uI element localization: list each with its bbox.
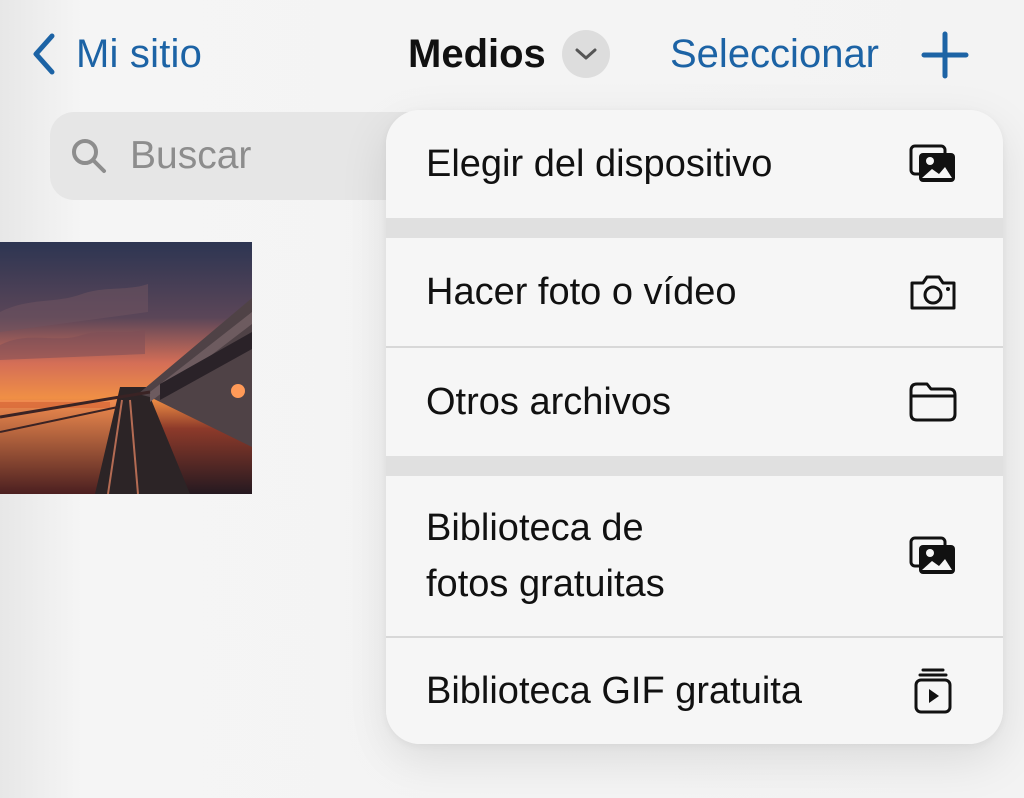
photos-stack-icon [909, 144, 955, 182]
sunset-train-image [0, 242, 252, 494]
menu-item-label-line: fotos gratuitas [426, 563, 665, 605]
menu-item-label: Otros archivos [426, 381, 671, 423]
menu-item-other-files[interactable]: Otros archivos [386, 348, 1003, 456]
menu-item-take-photo-video[interactable]: Hacer foto o vídeo [386, 238, 1003, 346]
menu-item-label: Biblioteca de fotos gratuitas [426, 500, 665, 612]
menu-group-separator [386, 456, 1003, 476]
media-thumbnail[interactable] [0, 242, 252, 494]
gif-library-icon [914, 668, 952, 714]
search-icon [72, 139, 106, 173]
menu-item-free-gif-library[interactable]: Biblioteca GIF gratuita [386, 638, 1003, 744]
plus-icon [921, 31, 969, 79]
menu-group-separator [386, 218, 1003, 238]
top-navigation-bar: Mi sitio Medios Seleccionar [0, 0, 1024, 110]
menu-item-label: Biblioteca GIF gratuita [426, 670, 802, 712]
folder-icon [909, 382, 957, 422]
menu-item-label-line: Biblioteca de [426, 507, 644, 549]
menu-item-label: Elegir del dispositivo [426, 143, 773, 185]
back-button-label: Mi sitio [76, 31, 203, 76]
search-placeholder: Buscar [130, 134, 252, 177]
camera-icon [910, 275, 956, 310]
menu-item-choose-from-device[interactable]: Elegir del dispositivo [386, 110, 1003, 218]
chevron-down-icon [575, 48, 597, 60]
add-button[interactable] [918, 28, 972, 82]
photos-stack-icon [909, 536, 955, 574]
page-title: Medios [408, 31, 546, 76]
media-source-menu: Elegir del dispositivo Hacer foto o víde… [386, 110, 1003, 744]
select-button[interactable]: Seleccionar [670, 28, 879, 80]
title-chevron-button[interactable] [561, 30, 610, 78]
menu-item-free-photo-library[interactable]: Biblioteca de fotos gratuitas [386, 476, 1003, 636]
title-menu-toggle[interactable]: Medios [408, 24, 610, 84]
menu-item-label: Hacer foto o vídeo [426, 271, 737, 313]
chevron-left-icon [33, 33, 55, 75]
screen: Mi sitio Medios Seleccionar Buscar Elegi… [0, 0, 1024, 798]
back-button[interactable]: Mi sitio [30, 28, 202, 80]
